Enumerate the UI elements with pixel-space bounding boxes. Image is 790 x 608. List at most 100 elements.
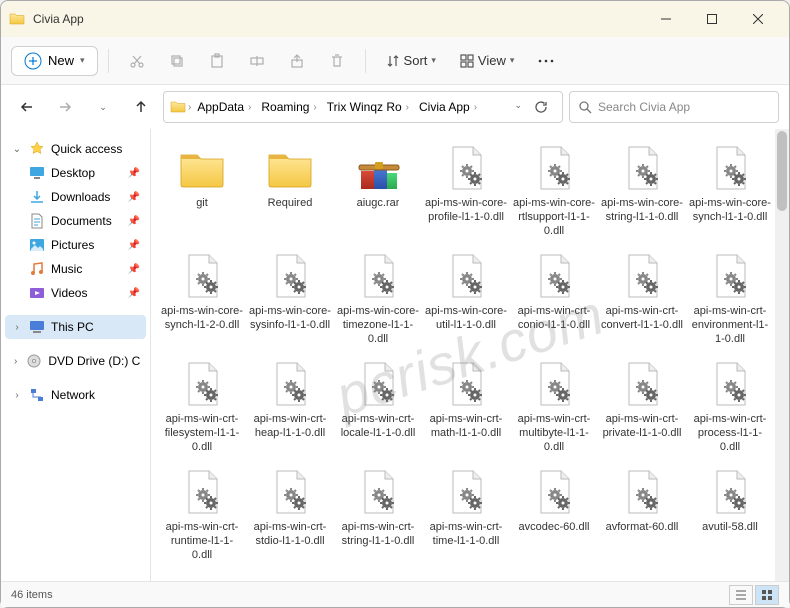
- file-grid: git Required aiugc.rarapi-ms-win-core-prof…: [159, 137, 785, 567]
- file-item[interactable]: avcodec-60.dll: [511, 461, 597, 567]
- network-icon: [29, 387, 45, 403]
- pin-icon: 📌: [128, 168, 140, 179]
- file-item[interactable]: aiugc.rar: [335, 137, 421, 243]
- downloads-icon: [29, 189, 45, 205]
- sidebar: ⌄ Quick access Desktop📌 Downloads📌 Docum…: [1, 129, 151, 581]
- file-item[interactable]: api-ms-win-core-timezone-l1-1-0.dll: [335, 245, 421, 351]
- dll-file-icon: [351, 465, 405, 519]
- body: ⌄ Quick access Desktop📌 Downloads📌 Docum…: [1, 129, 789, 581]
- details-view-button[interactable]: [729, 585, 753, 605]
- file-label: api-ms-win-crt-locale-l1-1-0.dll: [337, 413, 419, 455]
- sidebar-item-videos[interactable]: Videos📌: [5, 281, 146, 305]
- view-button[interactable]: View ▾: [450, 47, 524, 74]
- sidebar-item-dvd[interactable]: ›DVD Drive (D:) CCCC: [5, 349, 146, 373]
- back-button[interactable]: [11, 91, 43, 123]
- file-label: Required: [268, 197, 313, 239]
- sidebar-item-desktop[interactable]: Desktop📌: [5, 161, 146, 185]
- cut-button[interactable]: [119, 43, 155, 79]
- folder-icon: [263, 141, 317, 195]
- dll-file-icon: [703, 357, 757, 411]
- file-item[interactable]: avformat-60.dll: [599, 461, 685, 567]
- breadcrumb-segment[interactable]: AppData ›: [193, 100, 255, 114]
- file-item[interactable]: api-ms-win-crt-convert-l1-1-0.dll: [599, 245, 685, 351]
- file-item[interactable]: api-ms-win-crt-time-l1-1-0.dll: [423, 461, 509, 567]
- file-item[interactable]: api-ms-win-crt-environment-l1-1-0.dll: [687, 245, 773, 351]
- rename-button[interactable]: [239, 43, 275, 79]
- pc-icon: [29, 319, 45, 335]
- dll-file-icon: [527, 357, 581, 411]
- breadcrumb-segment[interactable]: Civia App ›: [415, 100, 481, 114]
- sidebar-item-documents[interactable]: Documents📌: [5, 209, 146, 233]
- file-item[interactable]: api-ms-win-core-sysinfo-l1-1-0.dll: [247, 245, 333, 351]
- sidebar-item-music[interactable]: Music📌: [5, 257, 146, 281]
- file-item[interactable]: api-ms-win-crt-private-l1-1-0.dll: [599, 353, 685, 459]
- scrollbar[interactable]: [775, 129, 789, 581]
- file-item[interactable]: api-ms-win-crt-string-l1-1-0.dll: [335, 461, 421, 567]
- breadcrumb[interactable]: › AppData › Roaming › Trix Winqz Ro › Ci…: [163, 91, 563, 123]
- file-item[interactable]: api-ms-win-crt-filesystem-l1-1-0.dll: [159, 353, 245, 459]
- sort-button[interactable]: Sort ▾: [376, 47, 446, 74]
- file-item[interactable]: git: [159, 137, 245, 243]
- sidebar-item-pictures[interactable]: Pictures📌: [5, 233, 146, 257]
- scrollbar-thumb[interactable]: [777, 131, 787, 211]
- file-item[interactable]: api-ms-win-crt-multibyte-l1-1-0.dll: [511, 353, 597, 459]
- close-button[interactable]: [735, 3, 781, 35]
- pin-icon: 📌: [128, 240, 140, 251]
- refresh-button[interactable]: [534, 100, 548, 114]
- file-label: api-ms-win-crt-math-l1-1-0.dll: [425, 413, 507, 455]
- dll-file-icon: [703, 465, 757, 519]
- dropdown-button[interactable]: ⌄: [514, 100, 522, 114]
- file-item[interactable]: api-ms-win-core-profile-l1-1-0.dll: [423, 137, 509, 243]
- file-item[interactable]: api-ms-win-core-util-l1-1-0.dll: [423, 245, 509, 351]
- statusbar: 46 items: [1, 581, 789, 607]
- share-button[interactable]: [279, 43, 315, 79]
- file-item[interactable]: api-ms-win-crt-heap-l1-1-0.dll: [247, 353, 333, 459]
- file-label: api-ms-win-core-profile-l1-1-0.dll: [425, 197, 507, 239]
- maximize-button[interactable]: [689, 3, 735, 35]
- icons-view-button[interactable]: [755, 585, 779, 605]
- explorer-window: Civia App New ▾ Sort ▾ View ▾: [0, 0, 790, 608]
- file-item[interactable]: api-ms-win-core-string-l1-1-0.dll: [599, 137, 685, 243]
- file-label: api-ms-win-crt-conio-l1-1-0.dll: [513, 305, 595, 347]
- file-item[interactable]: api-ms-win-crt-locale-l1-1-0.dll: [335, 353, 421, 459]
- file-label: api-ms-win-crt-filesystem-l1-1-0.dll: [161, 413, 243, 455]
- copy-button[interactable]: [159, 43, 195, 79]
- minimize-button[interactable]: [643, 3, 689, 35]
- file-label: api-ms-win-crt-process-l1-1-0.dll: [689, 413, 771, 455]
- file-item[interactable]: api-ms-win-crt-math-l1-1-0.dll: [423, 353, 509, 459]
- file-item[interactable]: api-ms-win-core-rtlsupport-l1-1-0.dll: [511, 137, 597, 243]
- file-item[interactable]: api-ms-win-crt-conio-l1-1-0.dll: [511, 245, 597, 351]
- videos-icon: [29, 285, 45, 301]
- file-item[interactable]: api-ms-win-core-synch-l1-1-0.dll: [687, 137, 773, 243]
- sidebar-item-network[interactable]: ›Network: [5, 383, 146, 407]
- sidebar-item-this-pc[interactable]: ›This PC: [5, 315, 146, 339]
- sort-icon: [386, 54, 400, 68]
- dll-file-icon: [263, 357, 317, 411]
- sidebar-item-downloads[interactable]: Downloads📌: [5, 185, 146, 209]
- file-label: avcodec-60.dll: [519, 521, 590, 563]
- file-item[interactable]: api-ms-win-crt-stdio-l1-1-0.dll: [247, 461, 333, 567]
- file-item[interactable]: api-ms-win-core-synch-l1-2-0.dll: [159, 245, 245, 351]
- file-item[interactable]: Required: [247, 137, 333, 243]
- delete-button[interactable]: [319, 43, 355, 79]
- file-item[interactable]: api-ms-win-crt-process-l1-1-0.dll: [687, 353, 773, 459]
- more-button[interactable]: [528, 43, 564, 79]
- file-item[interactable]: avutil-58.dll: [687, 461, 773, 567]
- search-input[interactable]: Search Civia App: [569, 91, 779, 123]
- search-icon: [578, 100, 592, 114]
- file-item[interactable]: api-ms-win-crt-runtime-l1-1-0.dll: [159, 461, 245, 567]
- new-button[interactable]: New ▾: [11, 46, 98, 76]
- pin-icon: 📌: [128, 288, 140, 299]
- breadcrumb-segment[interactable]: Trix Winqz Ro ›: [323, 100, 413, 114]
- up-button[interactable]: [125, 91, 157, 123]
- breadcrumb-segment[interactable]: Roaming ›: [257, 100, 320, 114]
- forward-button[interactable]: [49, 91, 81, 123]
- paste-button[interactable]: [199, 43, 235, 79]
- disc-icon: [26, 353, 42, 369]
- file-label: api-ms-win-crt-time-l1-1-0.dll: [425, 521, 507, 563]
- sidebar-quick-access[interactable]: ⌄ Quick access: [5, 137, 146, 161]
- dll-file-icon: [175, 249, 229, 303]
- dll-file-icon: [175, 357, 229, 411]
- view-icon: [460, 54, 474, 68]
- recent-button[interactable]: ⌄: [87, 91, 119, 123]
